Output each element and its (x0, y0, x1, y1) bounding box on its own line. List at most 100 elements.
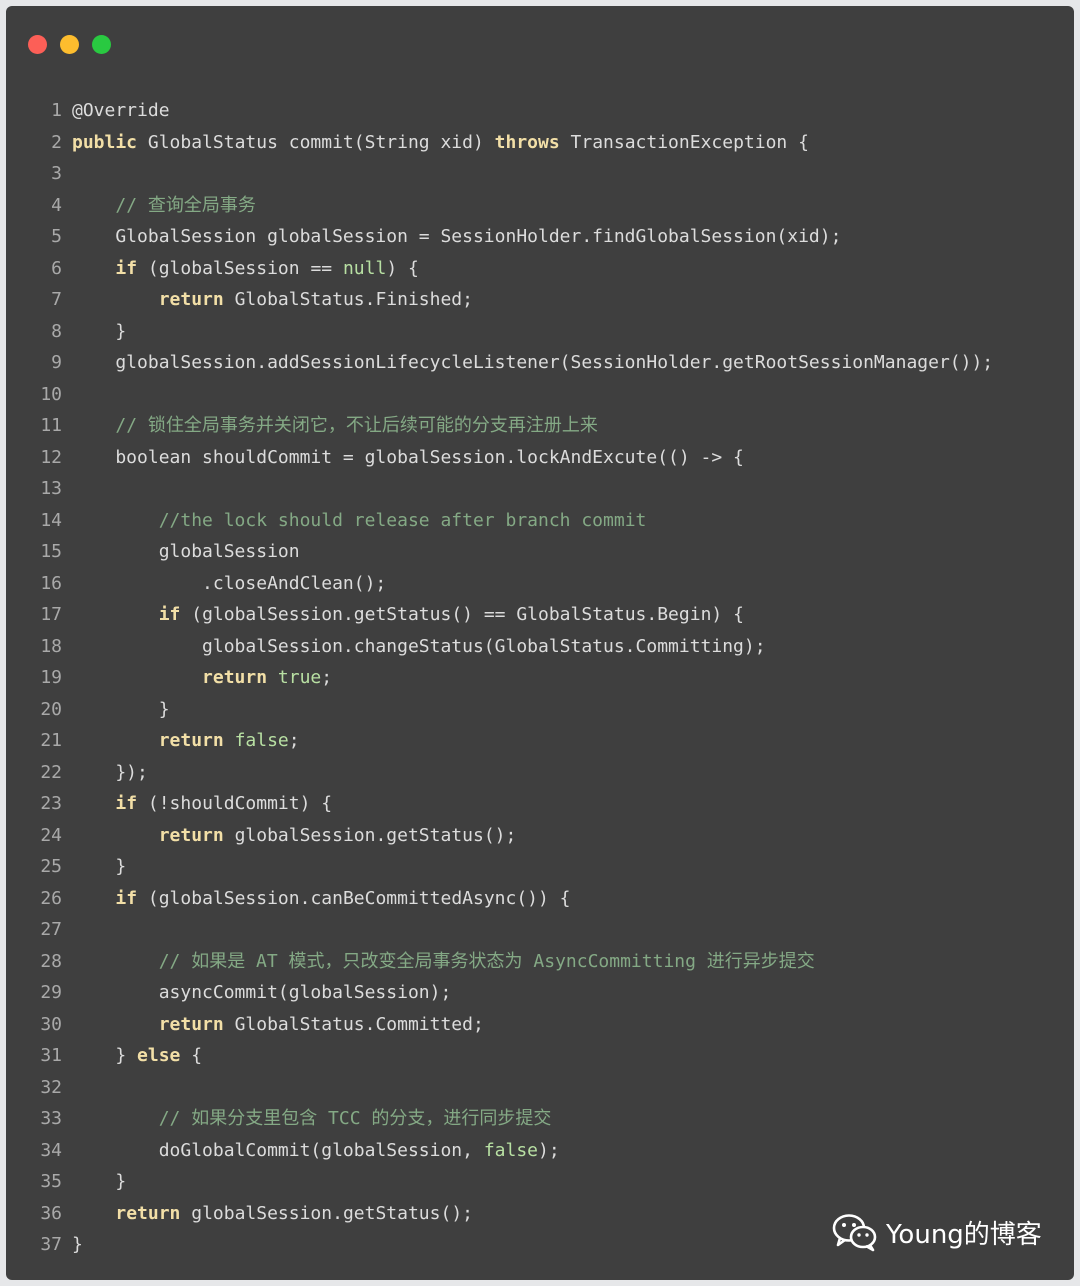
code-line: 26 if (globalSession.canBeCommittedAsync… (6, 883, 1074, 915)
line-number: 23 (40, 793, 62, 814)
code-line: 30 return GlobalStatus.Committed; (6, 1009, 1074, 1041)
code-token: doGlobalCommit(globalSession, (72, 1139, 484, 1161)
line-number: 25 (40, 856, 62, 877)
code-keyword: if (158, 604, 181, 625)
code-token: (!shouldCommit) { (137, 793, 333, 814)
code-token: (globalSession.getStatus() == GlobalStat… (180, 604, 744, 625)
line-number: 26 (40, 887, 62, 909)
line-number: 2 (51, 131, 62, 153)
line-number: 15 (40, 541, 62, 562)
code-token: } (72, 856, 127, 877)
code-line: 27 (6, 914, 1074, 946)
code-keyword: return (158, 730, 224, 751)
code-line: 25 } (6, 851, 1074, 883)
line-text: //the lock should release after branch c… (72, 509, 647, 531)
code-line: 6 if (globalSession == null) { (6, 253, 1074, 285)
line-number: 16 (40, 572, 62, 594)
code-line: 13 (6, 473, 1074, 505)
line-text: doGlobalCommit(globalSession, false); (72, 1140, 560, 1161)
line-number: 31 (40, 1045, 62, 1066)
code-block: 1 @Override 2 public GlobalStatus commit(St… (6, 95, 1074, 1261)
line-text: return true; (72, 667, 332, 688)
code-token: (globalSession.canBeCommittedAsync()) { (137, 887, 571, 909)
code-line: 34 doGlobalCommit(globalSession, false); (6, 1135, 1074, 1167)
line-number: 1 (51, 100, 62, 121)
code-keyword: return (115, 1202, 181, 1224)
line-text: if (!shouldCommit) { (72, 793, 332, 814)
close-dot-icon[interactable] (28, 35, 47, 54)
line-text: } (72, 321, 126, 342)
code-line: 23 if (!shouldCommit) { (6, 788, 1074, 820)
code-token: .closeAndClean(); (72, 572, 387, 594)
code-token: }); (72, 761, 148, 783)
code-line: 24 return globalSession.getStatus(); (6, 820, 1074, 852)
code-line: 35 } (6, 1166, 1074, 1198)
code-comment: // 锁住全局事务并关闭它，不让后续可能的分支再注册上来 (115, 415, 598, 436)
code-token: } (72, 1045, 138, 1066)
line-text: GlobalSession globalSession = SessionHol… (72, 226, 841, 247)
code-line: 15 globalSession (6, 536, 1074, 568)
line-text: return false; (72, 730, 300, 751)
code-token: @Override (72, 100, 170, 121)
line-number: 21 (40, 730, 62, 751)
code-keyword: else (137, 1045, 181, 1066)
code-comment: // 如果分支里包含 TCC 的分支，进行同步提交 (158, 1108, 552, 1129)
code-token: { (180, 1045, 203, 1066)
line-text: .closeAndClean(); (72, 573, 386, 594)
code-token: globalSession.addSessionLifecycleListene… (72, 352, 994, 373)
code-keyword: if (115, 257, 138, 279)
code-token: boolean shouldCommit = globalSession.loc… (72, 446, 744, 468)
code-token: (globalSession == (137, 257, 343, 279)
line-number: 34 (40, 1139, 62, 1161)
line-text: } else { (72, 1045, 202, 1066)
code-keyword: return (158, 1013, 224, 1035)
line-number: 3 (51, 163, 62, 184)
code-line: 10 (6, 379, 1074, 411)
line-text: @Override (72, 100, 170, 121)
code-window: 1 @Override 2 public GlobalStatus commit(St… (6, 6, 1074, 1280)
code-token: globalSession.changeStatus(GlobalStatus.… (72, 635, 766, 657)
window-controls (28, 35, 111, 54)
watermark-text: Young的博客 (886, 1219, 1042, 1250)
code-token: GlobalStatus commit(String xid) (137, 131, 495, 153)
code-line: 8 } (6, 316, 1074, 348)
code-line: 3 (6, 158, 1074, 190)
code-token: } (72, 320, 127, 342)
code-literal: false (483, 1139, 538, 1161)
code-line: 1 @Override (6, 95, 1074, 127)
code-line: 31 } else { (6, 1040, 1074, 1072)
line-text: } (72, 856, 126, 877)
line-number: 12 (40, 446, 62, 468)
line-text: boolean shouldCommit = globalSession.loc… (72, 447, 744, 468)
line-text: if (globalSession == null) { (72, 257, 419, 279)
line-text: } (72, 1171, 126, 1192)
code-token: GlobalSession globalSession = SessionHol… (72, 226, 842, 247)
line-number: 32 (40, 1076, 62, 1098)
line-text: // 如果分支里包含 TCC 的分支，进行同步提交 (72, 1108, 552, 1129)
code-token: globalSession (72, 541, 300, 562)
code-line: 18 globalSession.changeStatus(GlobalStat… (6, 631, 1074, 663)
minimize-dot-icon[interactable] (60, 35, 79, 54)
line-number: 30 (40, 1013, 62, 1035)
line-number: 11 (40, 415, 62, 436)
code-token: TransactionException { (559, 131, 809, 153)
line-number: 14 (40, 509, 62, 531)
code-token: asyncCommit(globalSession); (72, 982, 452, 1003)
code-line: 12 boolean shouldCommit = globalSession.… (6, 442, 1074, 474)
code-line: 29 asyncCommit(globalSession); (6, 977, 1074, 1009)
line-number: 17 (40, 604, 62, 625)
code-literal: null (342, 257, 387, 279)
code-token: } (72, 1171, 127, 1192)
code-token: ; (288, 730, 300, 751)
line-text: // 如果是 AT 模式，只改变全局事务状态为 AsyncCommitting … (72, 951, 815, 972)
code-token: ) { (386, 257, 419, 279)
code-token: } (72, 1234, 83, 1255)
maximize-dot-icon[interactable] (92, 35, 111, 54)
line-number: 29 (40, 982, 62, 1003)
code-comment: //the lock should release after branch c… (158, 509, 647, 531)
code-token: globalSession.getStatus(); (223, 824, 517, 846)
